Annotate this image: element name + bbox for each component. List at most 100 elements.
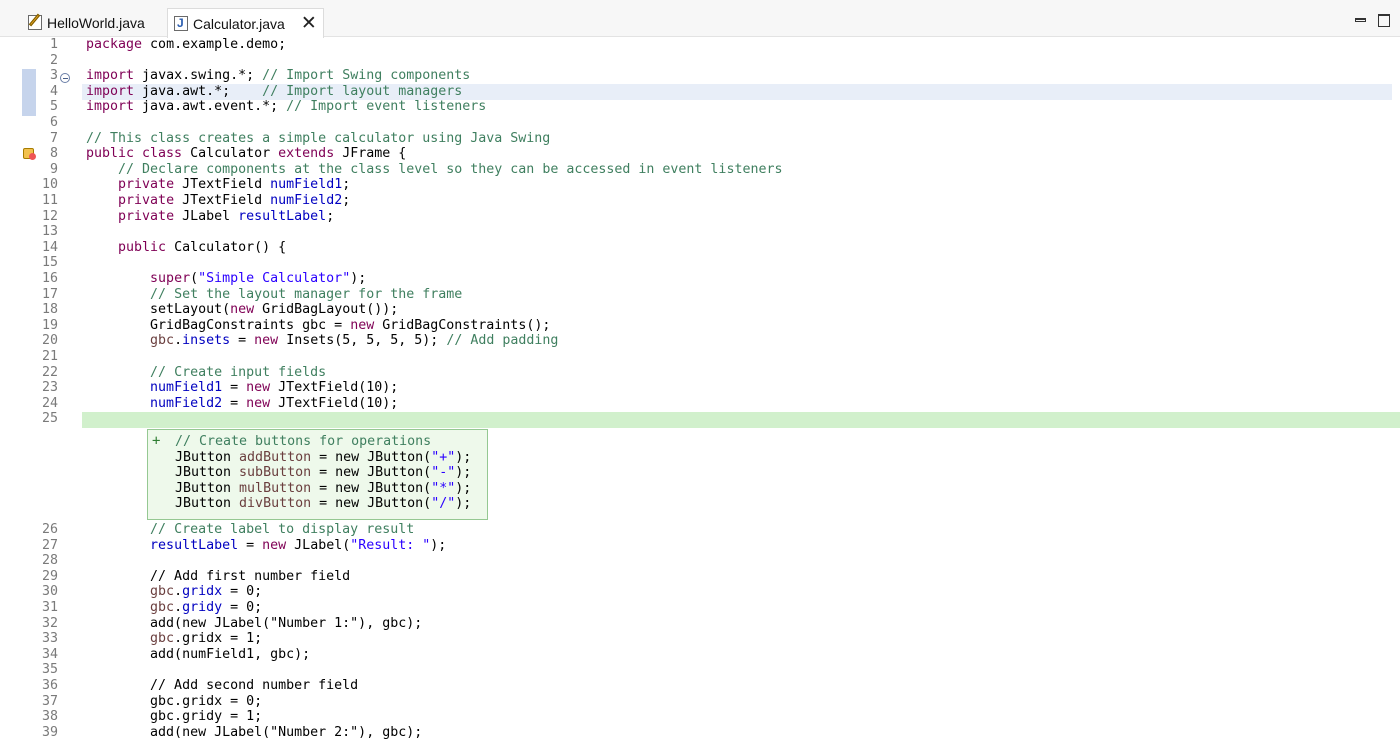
code-field: resultLabel: [150, 537, 239, 553]
code-line[interactable]: gbc.gridy = 0;: [86, 600, 262, 616]
code-line[interactable]: gbc.gridy = 1;: [86, 709, 262, 725]
line-number: 1: [49, 37, 58, 52]
code-line[interactable]: // Create input fields: [86, 365, 326, 381]
tab-helloworld[interactable]: HelloWorld.java: [28, 8, 145, 37]
code-line[interactable]: setLayout(new GridBagLayout());: [86, 302, 398, 318]
code-string: "*": [431, 480, 456, 496]
code-variable: divButton: [239, 496, 312, 512]
code-line[interactable]: add(new JLabel("Number 1:"), gbc);: [86, 616, 422, 632]
code-token: (: [190, 271, 199, 286]
code-line[interactable]: // Declare components at the class level…: [86, 162, 782, 178]
code-line[interactable]: gbc.gridx = 0;: [86, 584, 262, 600]
code-line[interactable]: gbc.gridx = 1;: [86, 631, 262, 647]
line-number: 19: [41, 317, 58, 333]
code-editor[interactable]: + // Create buttons for operations JButto…: [0, 37, 1400, 741]
code-keyword: extends: [278, 146, 335, 162]
line-number: 37: [41, 693, 58, 709]
code-comment: // This class creates a simple calculato…: [86, 130, 551, 146]
code-comment: // Create input fields: [150, 364, 327, 380]
code-line[interactable]: numField1 = new JTextField(10);: [86, 380, 398, 396]
code-token: JButton: [175, 465, 240, 481]
code-comment: // Add padding: [446, 333, 559, 349]
line-number: 18: [41, 302, 58, 318]
collapse-icon[interactable]: [60, 73, 70, 83]
suggestion-line: JButton divButton = new JButton("/");: [175, 496, 471, 512]
code-keyword: new: [230, 302, 255, 318]
code-line[interactable]: gbc.gridx = 0;: [86, 694, 262, 710]
code-line[interactable]: // This class creates a simple calculato…: [86, 131, 550, 147]
code-token: =: [238, 537, 263, 553]
code-line[interactable]: resultLabel = new JLabel("Result: ");: [86, 538, 446, 554]
code-line[interactable]: private JTextField numField2;: [86, 193, 350, 209]
code-comment: // Import layout managers: [262, 83, 463, 99]
code-suggestion-panel[interactable]: + // Create buttons for operations JButto…: [147, 429, 488, 520]
code-line[interactable]: import javax.swing.*; // Import Swing co…: [86, 68, 470, 84]
code-keyword: new: [262, 537, 287, 553]
code-field: insets: [182, 333, 231, 349]
close-tab-icon[interactable]: ✕: [301, 14, 317, 33]
code-token: GridBagLayout());: [254, 302, 399, 318]
code-token: JButton: [175, 449, 240, 465]
code-token: Calculator: [182, 146, 279, 162]
code-line[interactable]: public Calculator() {: [86, 240, 286, 256]
edit-file-icon: [28, 13, 42, 30]
code-line[interactable]: package com.example.demo;: [86, 37, 286, 53]
code-field: resultLabel: [238, 208, 327, 224]
code-token: = new JButton(: [311, 480, 432, 496]
line-number: 20: [41, 333, 58, 349]
accept-suggestion-icon[interactable]: +: [152, 433, 160, 449]
maximize-icon[interactable]: [1378, 14, 1390, 27]
code-string: "Simple Calculator": [198, 271, 351, 286]
suggestion-line: JButton addButton = new JButton("+");: [175, 450, 471, 466]
code-line[interactable]: GridBagConstraints gbc = new GridBagCons…: [86, 318, 550, 334]
tab-calculator[interactable]: J Calculator.java ✕: [167, 8, 324, 38]
code-line[interactable]: gbc.insets = new Insets(5, 5, 5, 5); // …: [86, 333, 558, 349]
line-number: 23: [41, 380, 58, 396]
line-number: 26: [41, 522, 58, 537]
code-token: Calculator() {: [166, 239, 287, 255]
code-token: add(new JLabel("Number 2:"), gbc);: [86, 724, 423, 740]
code-token: java.awt.event.*;: [134, 99, 287, 115]
editor-tab-bar: HelloWorld.java J Calculator.java ✕: [0, 0, 1400, 38]
code-keyword: package: [86, 37, 143, 52]
code-string: "/": [431, 496, 456, 512]
code-line[interactable]: public class Calculator extends JFrame {: [86, 146, 406, 162]
code-token: gbc.gridy = 1;: [86, 709, 263, 725]
line-number: 17: [41, 286, 58, 302]
code-line[interactable]: add(numField1, gbc);: [86, 647, 310, 663]
code-line[interactable]: // Create label to display result: [86, 522, 414, 538]
code-token: java.awt.*;: [134, 83, 263, 99]
line-number: 8: [49, 146, 58, 162]
line-number: 7: [49, 130, 58, 146]
code-token: add(numField1, gbc);: [86, 646, 311, 662]
code-field: numField2: [150, 395, 223, 411]
code-line[interactable]: import java.awt.event.*; // Import event…: [86, 99, 486, 115]
line-number: 15: [41, 255, 58, 271]
code-keyword: private: [118, 193, 175, 208]
code-field: gridy: [182, 600, 223, 615]
tab-label: Calculator.java: [193, 15, 285, 32]
code-token: GridBagConstraints();: [374, 317, 551, 333]
code-line[interactable]: // Set the layout manager for the frame: [86, 287, 462, 303]
code-variable: gbc: [150, 584, 175, 600]
code-line[interactable]: import java.awt.*; // Import layout mana…: [86, 84, 462, 100]
line-number: 10: [41, 177, 58, 193]
line-number: 31: [41, 600, 58, 615]
line-number: 33: [41, 631, 58, 647]
line-number: 13: [41, 224, 58, 240]
code-line[interactable]: // Add second number field: [86, 678, 358, 694]
code-line[interactable]: private JLabel resultLabel;: [86, 209, 334, 225]
minimize-icon[interactable]: [1355, 18, 1366, 22]
line-number: 12: [41, 208, 58, 224]
code-line[interactable]: // Add first number field: [86, 569, 350, 585]
code-line[interactable]: private JTextField numField1;: [86, 177, 350, 193]
code-line[interactable]: numField2 = new JTextField(10);: [86, 396, 398, 412]
code-line[interactable]: super("Simple Calculator");: [86, 271, 366, 287]
code-line[interactable]: add(new JLabel("Number 2:"), gbc);: [86, 725, 422, 741]
